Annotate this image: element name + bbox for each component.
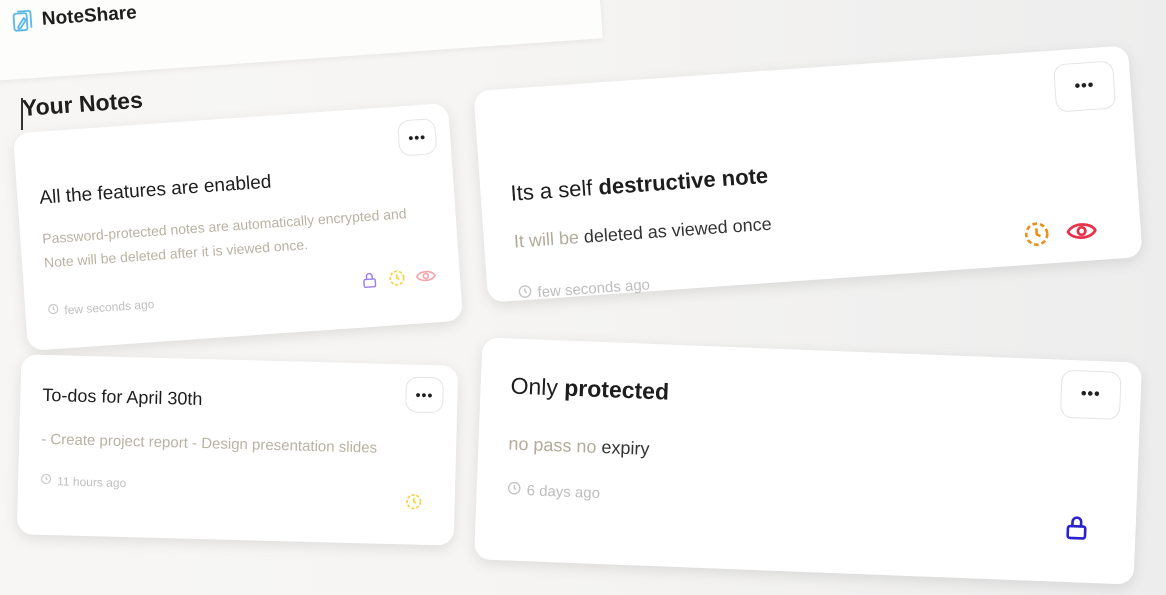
lock-icon xyxy=(1063,514,1090,541)
clock-icon xyxy=(40,473,52,488)
more-options-button[interactable]: ••• xyxy=(396,118,438,157)
note-time-text: 11 hours ago xyxy=(56,473,127,490)
eye-icon xyxy=(1066,219,1097,243)
note-title: Only protected xyxy=(510,373,669,406)
note-time-text: few seconds ago xyxy=(537,276,651,302)
note-timestamp: 6 days ago xyxy=(506,480,600,503)
note-body: It will be deleted as viewed once xyxy=(513,209,773,258)
note-body: - Create project report - Design present… xyxy=(40,430,378,457)
note-body: no pass no expiry xyxy=(508,428,650,464)
note-badges xyxy=(1063,514,1090,541)
note-card[interactable]: ••• Only protected no pass no expiry 6 d… xyxy=(473,337,1143,585)
note-title: Its a self destructive note xyxy=(510,163,769,207)
note-title: To-dos for April 30th xyxy=(42,384,203,410)
timer-icon xyxy=(387,268,406,287)
timer-icon xyxy=(404,492,422,510)
more-options-button[interactable]: ••• xyxy=(1059,369,1122,420)
lock-icon xyxy=(360,270,378,289)
note-badges xyxy=(404,492,422,510)
more-options-button[interactable]: ••• xyxy=(405,376,444,414)
note-body-prefix: no pass no xyxy=(508,433,602,458)
note-time-text: 6 days ago xyxy=(526,482,601,503)
more-options-button[interactable]: ••• xyxy=(1052,60,1117,113)
clock-icon xyxy=(47,303,60,319)
note-time-text: few seconds ago xyxy=(63,296,155,317)
note-card[interactable]: ••• Its a self destructive note It will … xyxy=(473,45,1143,303)
note-title-prefix: Its a self xyxy=(509,174,600,206)
page-title: Your Notes xyxy=(21,86,144,121)
note-body-emphasis: deleted as viewed once xyxy=(583,213,773,247)
note-body-emphasis: expiry xyxy=(601,437,650,459)
note-timestamp: few seconds ago xyxy=(47,296,155,318)
note-title: All the features are enabled xyxy=(38,171,273,209)
clock-icon xyxy=(517,284,533,304)
note-card[interactable]: ••• All the features are enabled Passwor… xyxy=(12,103,464,351)
note-timestamp: few seconds ago xyxy=(517,275,651,303)
note-body: Password-protected notes are automatical… xyxy=(41,205,407,271)
note-badges xyxy=(360,266,436,289)
note-body-prefix: It will be xyxy=(513,226,585,252)
note-title-prefix: Only xyxy=(510,372,565,401)
note-title-emphasis: destructive note xyxy=(597,162,769,200)
eye-icon xyxy=(415,267,436,284)
note-badges xyxy=(1022,216,1098,249)
note-timestamp: 11 hours ago xyxy=(40,473,127,490)
timer-icon xyxy=(1022,219,1052,249)
note-logo-icon xyxy=(11,8,35,33)
note-card[interactable]: ••• To-dos for April 30th - Create proje… xyxy=(16,354,459,546)
note-title-emphasis: protected xyxy=(563,374,670,405)
clock-icon xyxy=(506,480,522,500)
